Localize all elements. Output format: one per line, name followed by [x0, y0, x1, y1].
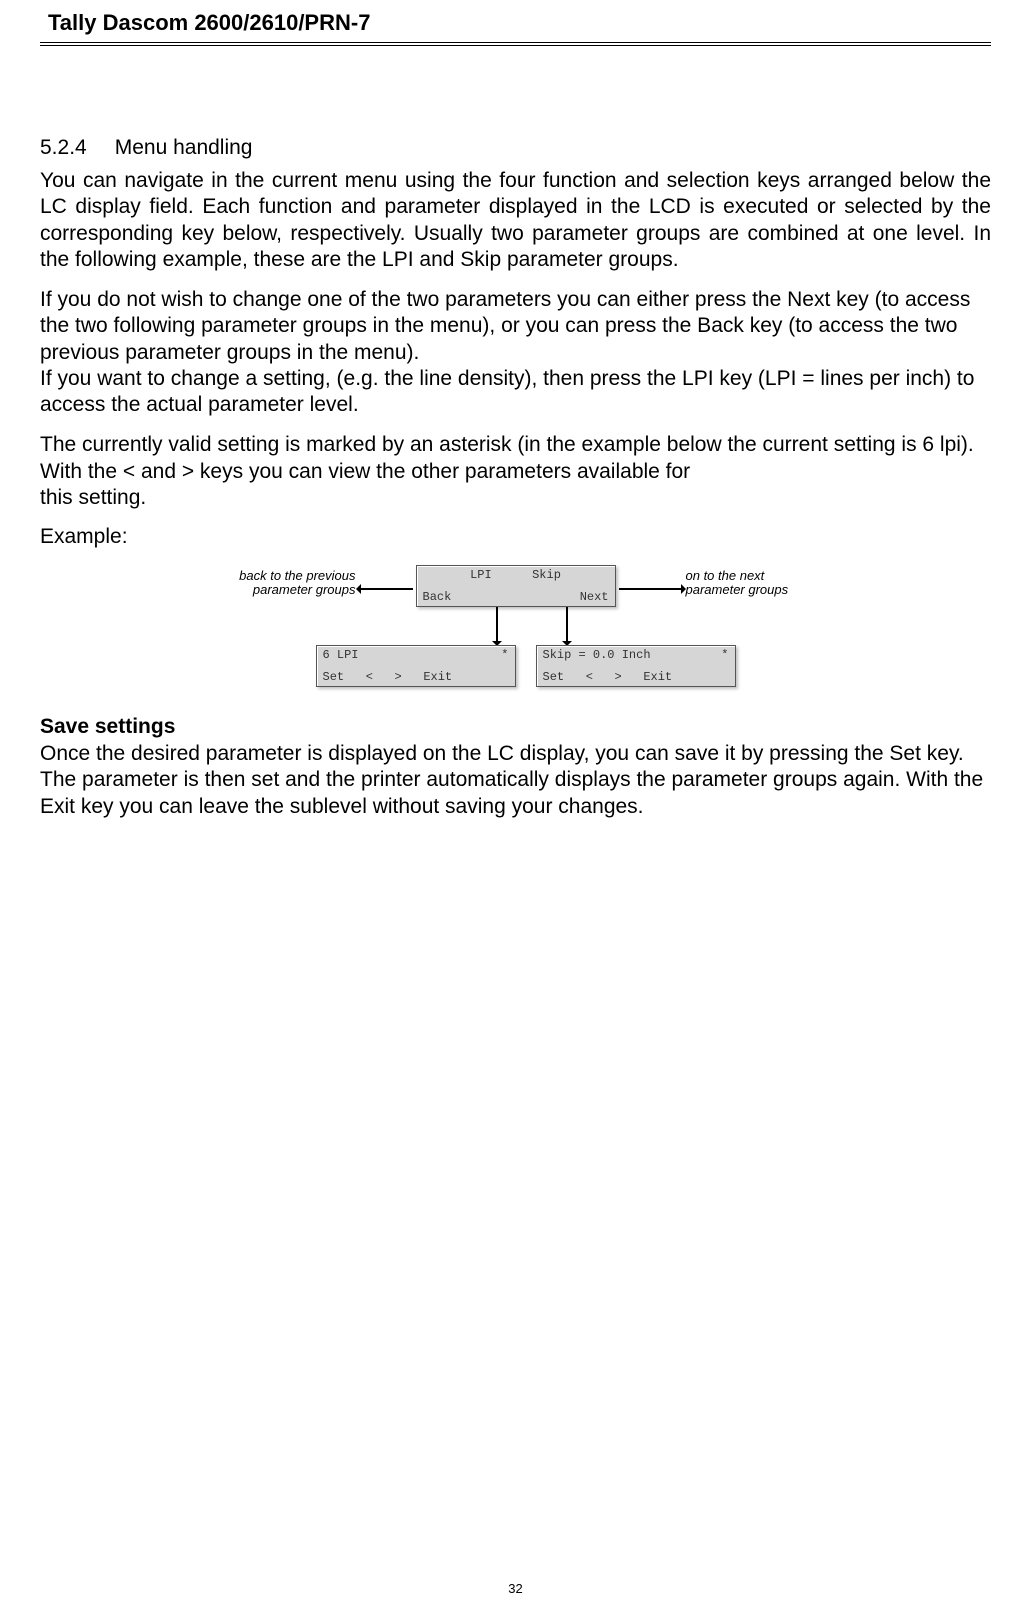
paragraph-1: You can navigate in the current menu usi…: [40, 168, 991, 273]
lcd-lpi: 6 LPI * Set < > Exit: [316, 645, 516, 687]
lcd-lpi-row2: Set < > Exit: [323, 670, 453, 684]
page-number: 32: [0, 1581, 1031, 1596]
lcd-lpi-value: 6 LPI: [323, 648, 359, 662]
arrow-right-icon: [619, 588, 681, 590]
section-name: Menu handling: [115, 136, 253, 159]
save-settings-heading: Save settings: [40, 715, 991, 739]
lcd-skip-value: Skip = 0.0 Inch: [543, 648, 651, 662]
paragraph-4: The currently valid setting is marked by…: [40, 432, 991, 485]
lcd-skip-star: *: [721, 648, 728, 662]
save-settings-body: Once the desired parameter is displayed …: [40, 741, 991, 820]
menu-diagram: back to the previous parameter groups on…: [40, 557, 991, 697]
document-header: Tally Dascom 2600/2610/PRN-7: [40, 10, 991, 46]
caption-next: on to the next parameter groups: [686, 569, 806, 598]
paragraph-3: If you want to change a setting, (e.g. t…: [40, 366, 991, 419]
arrow-down-right-icon: [566, 607, 568, 641]
lcd-skip: Skip = 0.0 Inch * Set < > Exit: [536, 645, 736, 687]
example-label: Example:: [40, 525, 991, 549]
arrow-down-left-icon: [496, 607, 498, 641]
lcd-top: LPI Skip Back Next: [416, 565, 616, 607]
paragraph-4b: this setting.: [40, 485, 991, 511]
lcd-top-next: Next: [580, 590, 609, 604]
lcd-top-back: Back: [423, 590, 452, 604]
lcd-top-skip: Skip: [532, 568, 561, 582]
caption-back: back to the previous parameter groups: [226, 569, 356, 598]
paragraph-2: If you do not wish to change one of the …: [40, 287, 991, 366]
section-heading: 5.2.4 Menu handling: [40, 136, 991, 160]
section-number: 5.2.4: [40, 136, 87, 160]
lcd-lpi-star: *: [501, 648, 508, 662]
lcd-skip-row2: Set < > Exit: [543, 670, 673, 684]
lcd-top-lpi: LPI: [470, 568, 492, 582]
arrow-left-icon: [361, 588, 413, 590]
